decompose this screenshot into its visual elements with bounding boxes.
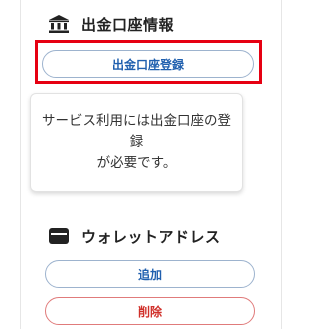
- withdrawal-account-title: 出金口座情報: [81, 15, 175, 34]
- wallet-address-title: ウォレットアドレス: [81, 227, 221, 246]
- right-divider: [281, 0, 282, 329]
- left-divider: [20, 0, 21, 329]
- add-wallet-button[interactable]: 追加: [45, 260, 255, 288]
- wallet-icon: [47, 224, 71, 248]
- wallet-address-header: ウォレットアドレス: [47, 224, 221, 248]
- notice-card: サービス利用には出金口座の登録 が必要です。: [30, 93, 243, 192]
- delete-wallet-button[interactable]: 削除: [45, 297, 255, 325]
- withdrawal-account-header: 出金口座情報: [47, 12, 174, 36]
- notice-text: サービス利用には出金口座の登録 が必要です。: [42, 113, 231, 171]
- register-withdrawal-account-button[interactable]: 出金口座登録: [42, 50, 254, 78]
- bank-icon: [47, 12, 71, 36]
